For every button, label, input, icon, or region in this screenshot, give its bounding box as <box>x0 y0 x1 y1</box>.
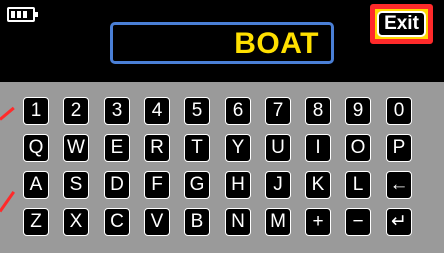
key-x[interactable]: X <box>63 208 89 236</box>
battery-icon <box>7 7 38 22</box>
key-c[interactable]: C <box>104 208 130 236</box>
key-w[interactable]: W <box>63 134 89 162</box>
key-enter[interactable]: ↵ <box>386 208 412 236</box>
key-b[interactable]: B <box>184 208 210 236</box>
key-n[interactable]: N <box>225 208 251 236</box>
keyboard-screen: BOAT Exit 1234567890 QWERTYUIOP ASDFGHJK… <box>0 0 444 253</box>
key-s[interactable]: S <box>63 171 89 199</box>
key-4[interactable]: 4 <box>144 97 170 125</box>
key-i[interactable]: I <box>305 134 331 162</box>
key-2[interactable]: 2 <box>63 97 89 125</box>
key-j[interactable]: J <box>265 171 291 199</box>
key-o[interactable]: O <box>345 134 371 162</box>
key-r[interactable]: R <box>144 134 170 162</box>
key-9[interactable]: 9 <box>345 97 371 125</box>
key-u[interactable]: U <box>265 134 291 162</box>
key-p[interactable]: P <box>386 134 412 162</box>
key-6[interactable]: 6 <box>225 97 251 125</box>
text-display: BOAT <box>110 22 334 64</box>
key-f[interactable]: F <box>144 171 170 199</box>
key-backspace[interactable]: ← <box>386 171 412 199</box>
key-plus[interactable]: + <box>305 208 331 236</box>
key-3[interactable]: 3 <box>104 97 130 125</box>
display-text: BOAT <box>234 27 319 60</box>
key-e[interactable]: E <box>104 134 130 162</box>
key-k[interactable]: K <box>305 171 331 199</box>
key-y[interactable]: Y <box>225 134 251 162</box>
key-m[interactable]: M <box>265 208 291 236</box>
exit-button[interactable]: Exit <box>377 11 426 37</box>
key-g[interactable]: G <box>184 171 210 199</box>
key-a[interactable]: A <box>23 171 49 199</box>
on-screen-keyboard: 1234567890 QWERTYUIOP A S D F G H J K L ← ZXCVBNM… <box>0 82 444 253</box>
key-1[interactable]: 1 <box>23 97 49 125</box>
exit-highlight: Exit <box>370 4 433 44</box>
key-l[interactable]: L <box>345 171 371 199</box>
key-minus[interactable]: − <box>345 208 371 236</box>
key-q[interactable]: Q <box>23 134 49 162</box>
key-v[interactable]: V <box>144 208 170 236</box>
top-bar: BOAT Exit <box>0 0 444 82</box>
key-h[interactable]: H <box>225 171 251 199</box>
key-8[interactable]: 8 <box>305 97 331 125</box>
key-7[interactable]: 7 <box>265 97 291 125</box>
key-z[interactable]: Z <box>23 208 49 236</box>
key-0[interactable]: 0 <box>386 97 412 125</box>
key-t[interactable]: T <box>184 134 210 162</box>
key-d[interactable]: D <box>104 171 130 199</box>
key-5[interactable]: 5 <box>184 97 210 125</box>
